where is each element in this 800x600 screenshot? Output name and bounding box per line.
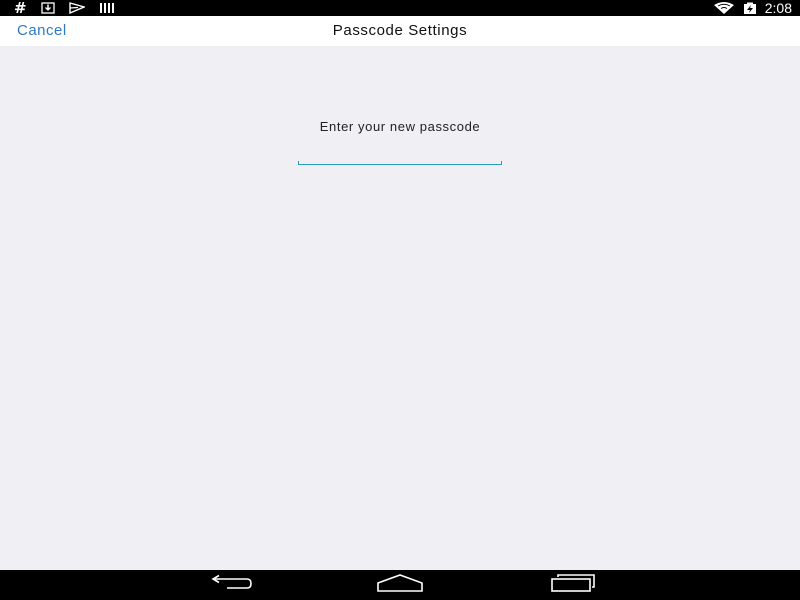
passcode-prompt: Enter your new passcode — [319, 119, 481, 134]
notification-icon — [68, 1, 85, 15]
home-icon — [376, 573, 424, 597]
back-button[interactable] — [205, 573, 255, 597]
status-time: 2:08 — [764, 0, 792, 16]
wifi-icon — [713, 1, 735, 15]
page-title: Passcode Settings — [332, 22, 468, 39]
screen: # 2:08 Cancel Passcode Settings Enter yo… — [0, 0, 800, 600]
passcode-input[interactable] — [298, 148, 502, 165]
back-icon — [207, 574, 253, 597]
recent-apps-button[interactable] — [548, 573, 598, 597]
input-underline-right-tick — [501, 161, 502, 165]
input-underline-left-tick — [298, 161, 299, 165]
status-bar: # 2:08 — [0, 0, 800, 16]
hash-icon: # — [14, 0, 27, 17]
system-navigation-bar — [0, 570, 800, 600]
status-icons-left: # — [14, 0, 115, 16]
home-button[interactable] — [375, 573, 425, 597]
sim-icon — [99, 1, 115, 15]
navigation-bar: Cancel Passcode Settings — [0, 16, 800, 46]
status-icons-right: 2:08 — [713, 0, 792, 16]
recent-apps-icon — [550, 573, 596, 597]
battery-charging-icon — [743, 1, 757, 15]
download-icon — [40, 1, 55, 15]
